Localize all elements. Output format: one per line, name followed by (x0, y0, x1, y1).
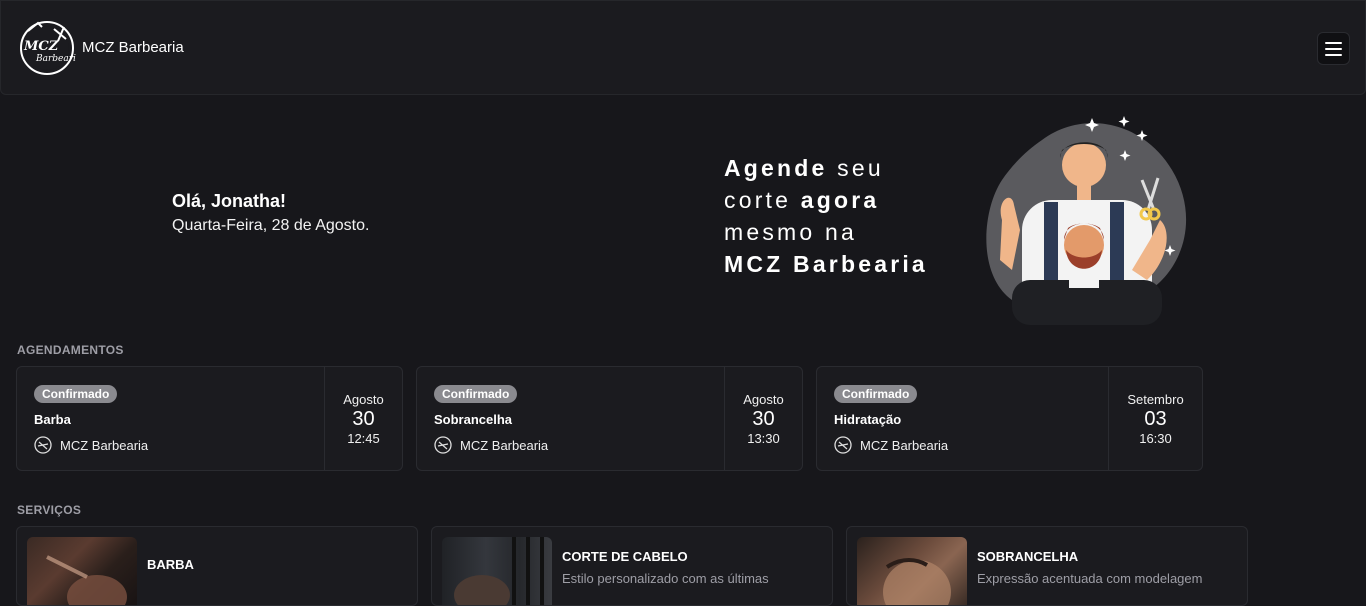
appointment-day: 03 (1144, 407, 1167, 430)
barber-illustration (986, 116, 1187, 325)
service-name: CORTE DE CABELO (562, 549, 688, 564)
service-card[interactable]: BARBA (16, 526, 418, 606)
shop-logo-icon (34, 436, 52, 454)
appointment-info: Confirmado Sobrancelha MCZ Barbearia (417, 367, 725, 470)
service-thumbnail (857, 537, 967, 605)
logo-text-top: MCZ (23, 39, 59, 54)
barber-logo-icon[interactable]: MCZ Barbearia (18, 19, 76, 75)
menu-icon-bar (1325, 53, 1342, 56)
logo-text-bottom: Barbearia (35, 54, 76, 64)
appointment-day: 30 (352, 407, 375, 430)
appointment-datetime: Agosto 30 13:30 (725, 367, 802, 470)
appointment-service: Sobrancelha (434, 412, 513, 427)
service-description: Estilo personalizado com as últimas (562, 571, 769, 586)
menu-icon-bar (1325, 47, 1342, 50)
appointment-month: Agosto (343, 391, 384, 407)
brand-name: MCZ Barbearia (82, 39, 184, 56)
appointment-shop: MCZ Barbearia (834, 436, 948, 454)
appointment-card[interactable]: Confirmado Barba MCZ Barbearia Agosto 30… (16, 366, 403, 471)
hero-text-2: seu (827, 155, 884, 181)
appointment-month: Agosto (743, 391, 784, 407)
shop-name: MCZ Barbearia (460, 437, 549, 453)
greeting: Olá, Jonatha! (172, 191, 287, 211)
hero-text-4: agora (800, 187, 880, 213)
appointment-datetime: Agosto 30 12:45 (325, 367, 402, 470)
appointment-day: 30 (752, 407, 775, 430)
appointment-service: Hidratação (834, 412, 902, 427)
appointments-title: AGENDAMENTOS (17, 343, 124, 357)
services-title: SERVIÇOS (17, 503, 82, 517)
appointment-card[interactable]: Confirmado Sobrancelha MCZ Barbearia Ago… (416, 366, 803, 471)
appointment-shop: MCZ Barbearia (34, 436, 148, 454)
service-card[interactable]: CORTE DE CABELO Estilo personalizado com… (431, 526, 833, 606)
hero-text-6: MCZ Barbearia (724, 251, 928, 277)
service-card[interactable]: SOBRANCELHA Expressão acentuada com mode… (846, 526, 1248, 606)
shop-logo-icon (434, 436, 452, 454)
shop-name: MCZ Barbearia (860, 437, 949, 453)
appointment-datetime: Setembro 03 16:30 (1109, 367, 1202, 470)
header: MCZ Barbearia MCZ Barbearia (0, 0, 1366, 95)
appointment-info: Confirmado Hidratação MCZ Barbearia (817, 367, 1109, 470)
current-date: Quarta-Feira, 28 de Agosto. (172, 217, 370, 234)
menu-icon (1325, 41, 1342, 44)
appointment-time: 12:45 (347, 430, 380, 446)
hero-text-3: corte (724, 187, 801, 213)
service-description: Expressão acentuada com modelagem (977, 571, 1203, 586)
status-badge: Confirmado (434, 385, 518, 403)
status-badge: Confirmado (834, 385, 918, 403)
service-name: BARBA (147, 557, 194, 572)
shop-name: MCZ Barbearia (60, 437, 149, 453)
menu-button[interactable] (1317, 32, 1350, 65)
appointment-time: 13:30 (747, 430, 780, 446)
appointment-card[interactable]: Confirmado Hidratação MCZ Barbearia Sete… (816, 366, 1203, 471)
service-name: SOBRANCELHA (977, 549, 1079, 564)
hero-text-1: Agende (724, 155, 828, 181)
hero-text: Agende seu corte agora mesmo na MCZ Barb… (724, 152, 984, 280)
service-thumbnail (27, 537, 137, 605)
appointment-info: Confirmado Barba MCZ Barbearia (17, 367, 325, 470)
status-badge: Confirmado (34, 385, 118, 403)
shop-logo-icon (834, 436, 852, 454)
appointment-month: Setembro (1127, 391, 1184, 407)
appointment-shop: MCZ Barbearia (434, 436, 548, 454)
hero-text-5: mesmo na (724, 219, 857, 245)
appointment-time: 16:30 (1139, 430, 1172, 446)
appointment-service: Barba (34, 412, 71, 427)
service-thumbnail (442, 537, 552, 605)
